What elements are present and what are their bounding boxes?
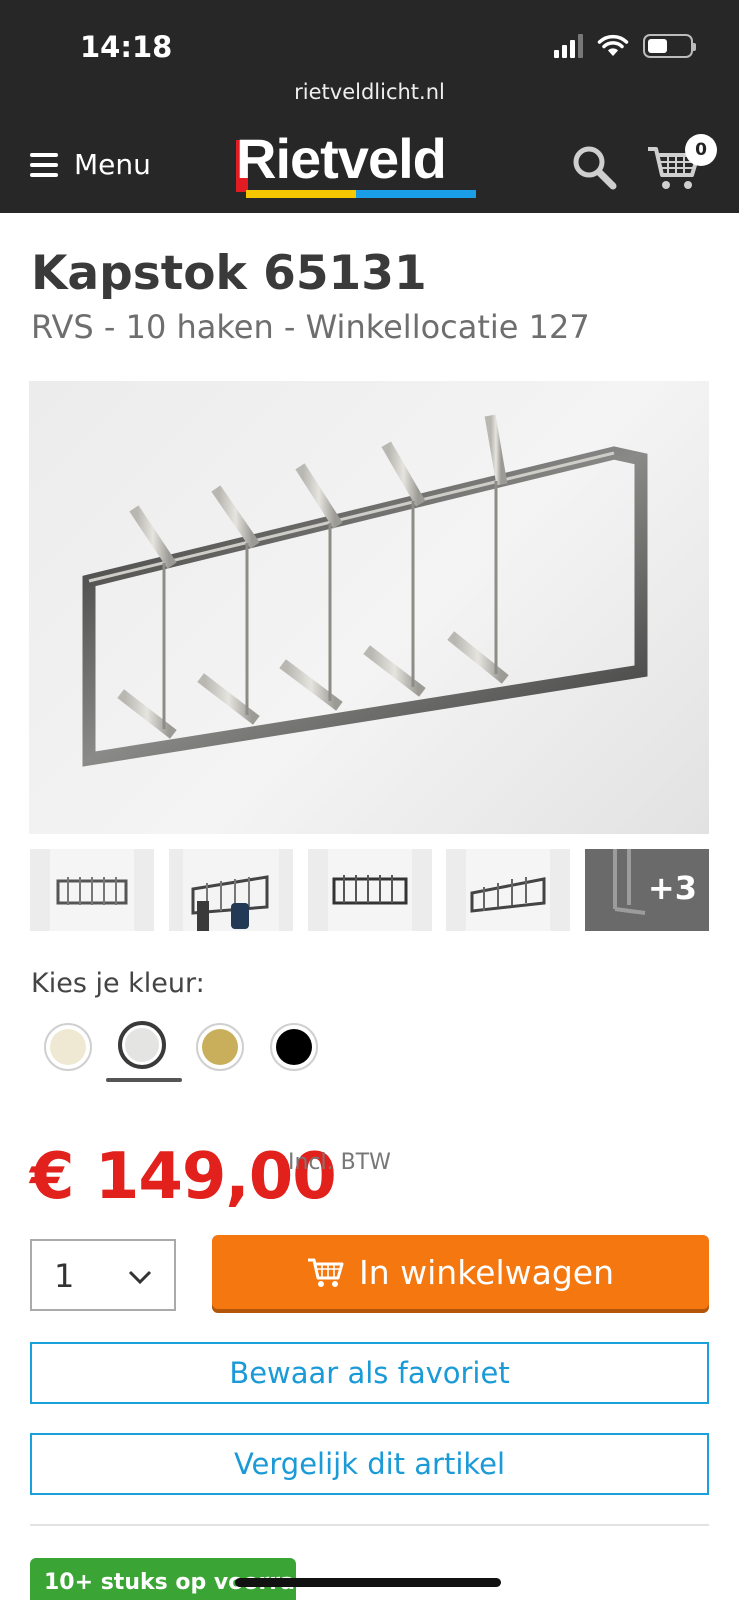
menu-label: Menu bbox=[74, 148, 151, 181]
wifi-icon bbox=[597, 34, 629, 56]
price-vat-note: Incl. BTW bbox=[288, 1150, 391, 1175]
status-icons bbox=[554, 34, 696, 58]
compare-label: Vergelijk dit artikel bbox=[233, 1447, 506, 1481]
color-swatch-gold[interactable] bbox=[196, 1023, 244, 1071]
product-title: Kapstok 65131 bbox=[31, 246, 427, 301]
quantity-value: 1 bbox=[54, 1257, 75, 1295]
color-label: Kies je kleur: bbox=[31, 968, 205, 999]
thumbnail-4[interactable] bbox=[446, 849, 571, 931]
site-header: 14:18 rietveldlicht.nl Menu Rietveld 0 bbox=[0, 0, 739, 213]
compare-button[interactable]: Vergelijk dit artikel bbox=[30, 1433, 709, 1495]
chevron-down-icon bbox=[128, 1270, 152, 1285]
favorite-button[interactable]: Bewaar als favoriet bbox=[30, 1342, 709, 1404]
selected-color-indicator bbox=[106, 1078, 182, 1082]
favorite-label: Bewaar als favoriet bbox=[229, 1356, 510, 1390]
add-to-cart-button[interactable]: In winkelwagen bbox=[212, 1235, 709, 1309]
cart-count-badge: 0 bbox=[685, 134, 717, 166]
home-indicator[interactable] bbox=[235, 1578, 501, 1587]
thumbnail-strip: +3 bbox=[30, 849, 709, 931]
site-logo[interactable]: Rietveld bbox=[236, 127, 476, 198]
quantity-select[interactable]: 1 bbox=[30, 1239, 176, 1311]
thumbnail-more[interactable]: +3 bbox=[585, 849, 709, 931]
status-time: 14:18 bbox=[80, 30, 173, 64]
hamburger-icon bbox=[30, 152, 58, 177]
product-image[interactable] bbox=[29, 381, 709, 834]
battery-icon bbox=[643, 34, 696, 58]
thumbnail-1[interactable] bbox=[30, 849, 154, 931]
logo-text: Rietveld bbox=[236, 127, 447, 190]
color-swatch-cream[interactable] bbox=[44, 1023, 92, 1071]
signal-icon bbox=[554, 34, 583, 58]
search-icon[interactable] bbox=[570, 143, 620, 193]
product-subtitle: RVS - 10 haken - Winkellocatie 127 bbox=[31, 308, 590, 346]
thumbnail-3[interactable] bbox=[307, 849, 432, 931]
color-swatch-black[interactable] bbox=[270, 1023, 318, 1071]
browser-url[interactable]: rietveldlicht.nl bbox=[0, 80, 739, 104]
thumbnail-more-label: +3 bbox=[647, 869, 697, 907]
thumbnail-2[interactable] bbox=[168, 849, 293, 931]
divider bbox=[30, 1524, 709, 1526]
color-swatch-stainless[interactable] bbox=[118, 1021, 166, 1069]
add-to-cart-label: In winkelwagen bbox=[359, 1252, 614, 1292]
menu-button[interactable]: Menu bbox=[30, 148, 151, 181]
cart-icon bbox=[308, 1258, 344, 1287]
color-swatches bbox=[42, 1019, 332, 1083]
